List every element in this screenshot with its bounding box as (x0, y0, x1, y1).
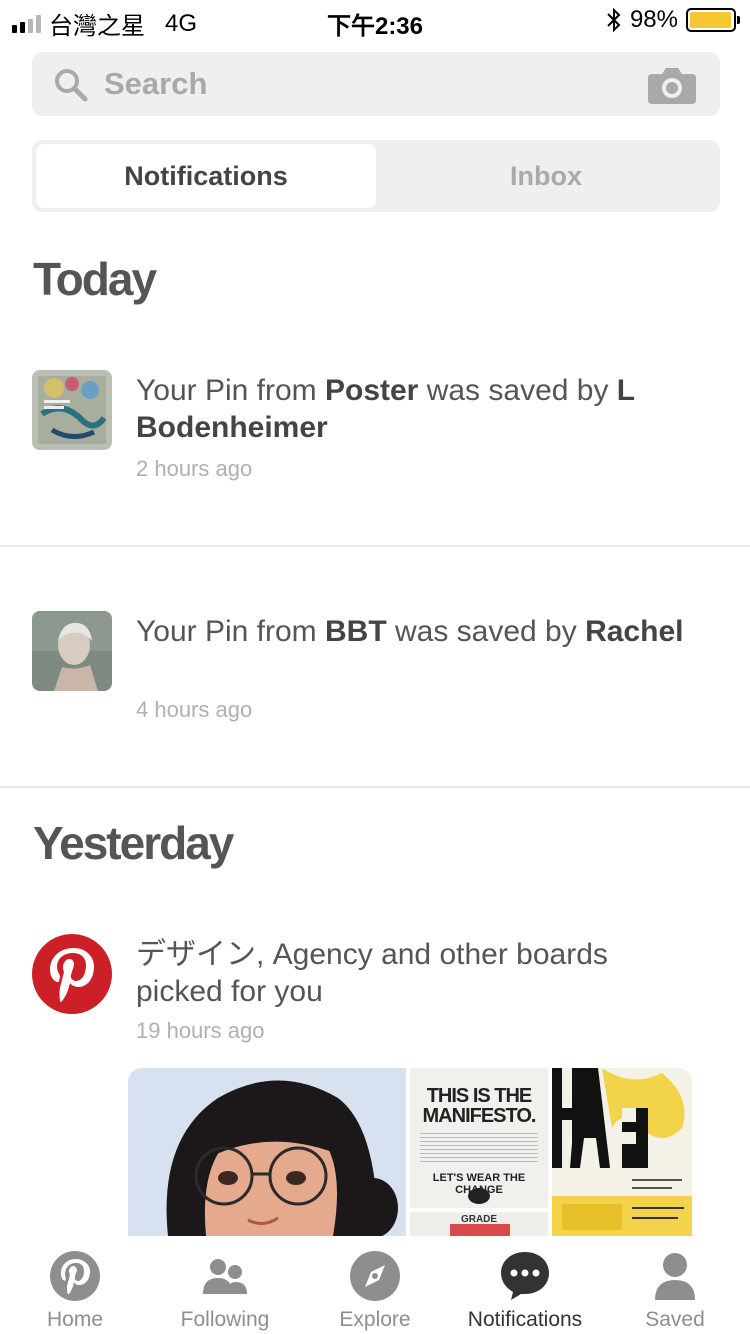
pin-thumbnail (32, 611, 112, 691)
divider (0, 786, 750, 788)
pin-image-grade[interactable]: GRADE (410, 1212, 548, 1236)
tab-explore[interactable]: Explore (300, 1236, 450, 1334)
tab-home-label: Home (46, 1308, 104, 1331)
timestamp: 19 hours ago (136, 1018, 265, 1043)
notification-text: Your Pin from Poster was saved by L Bode… (136, 374, 635, 444)
battery-icon (686, 8, 740, 32)
speech-bubble-icon (501, 1252, 549, 1300)
status-right: 98% (606, 6, 740, 34)
notification-item[interactable]: Your Pin from BBT was saved by Rachel 4 … (32, 611, 722, 731)
pin-image-manifesto[interactable]: THIS IS THE MANIFESTO. LET'S WEAR THE CH… (410, 1068, 548, 1208)
people-icon (203, 1259, 247, 1294)
board-name: BBT (324, 615, 387, 648)
timestamp: 2 hours ago (136, 456, 253, 481)
manifesto-headline-1: THIS IS THE (426, 1085, 533, 1107)
tab-following-label: Following (180, 1308, 270, 1331)
board-name: Poster (324, 374, 419, 407)
camera-icon[interactable] (648, 66, 696, 104)
tab-inbox[interactable]: Inbox (376, 144, 716, 208)
bottom-tab-bar: Home Following Explore Notifications Sav… (0, 1236, 750, 1334)
picked-pins-grid: THIS IS THE MANIFESTO. LET'S WEAR THE CH… (128, 1068, 692, 1236)
notification-text: Your Pin from BBT was saved by Rachel (136, 615, 684, 648)
notification-text: デザイン, Agency and other boards picked for… (136, 938, 608, 1008)
tab-notifications-label: Notifications (467, 1308, 583, 1331)
timestamp: 4 hours ago (136, 697, 253, 722)
tab-explore-label: Explore (339, 1308, 411, 1331)
divider (0, 545, 750, 547)
pin-thumbnail (32, 370, 112, 450)
tab-notifications[interactable]: Notifications (36, 144, 376, 208)
tab-following[interactable]: Following (150, 1236, 300, 1334)
notification-item[interactable]: デザイン, Agency and other boards picked for… (32, 934, 722, 1054)
notification-item[interactable]: Your Pin from Poster was saved by L Bode… (32, 370, 722, 490)
tab-notifications-nav[interactable]: Notifications (450, 1236, 600, 1334)
section-title-yesterday: Yesterday (33, 817, 234, 869)
manifesto-headline-2: MANIFESTO. (422, 1105, 537, 1127)
bluetooth-icon (607, 8, 621, 32)
search-icon (55, 69, 88, 102)
pin-image-poster[interactable] (552, 1068, 692, 1236)
tab-saved[interactable]: Saved (600, 1236, 750, 1334)
person-icon (655, 1253, 695, 1300)
search-input[interactable] (104, 60, 644, 108)
tab-saved-label: Saved (645, 1308, 705, 1331)
compass-icon (350, 1251, 400, 1301)
pinterest-icon (50, 1251, 100, 1301)
section-title-today: Today (33, 253, 157, 305)
pin-image-illustration[interactable] (128, 1068, 406, 1236)
user-name: Rachel (585, 615, 684, 648)
tab-home[interactable]: Home (0, 1236, 150, 1334)
pinterest-logo (32, 934, 112, 1014)
battery-percent: 98% (629, 6, 678, 33)
status-bar: 台灣之星 4G 下午2:36 98% (0, 0, 750, 40)
notifications-inbox-switch: Notifications Inbox (32, 140, 720, 212)
search-bar (32, 52, 720, 116)
